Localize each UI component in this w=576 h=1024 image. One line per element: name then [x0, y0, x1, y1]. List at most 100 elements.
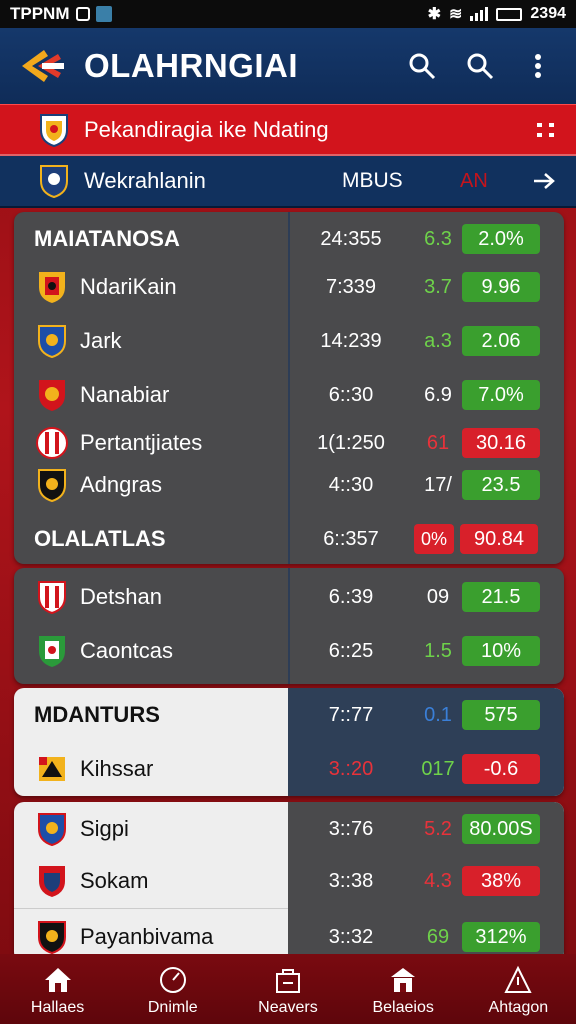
notification-icon: [75, 7, 90, 21]
match-time: 6.:39: [328, 585, 374, 608]
table-row[interactable]: Kihssar 3.:20 017 -0.6: [14, 744, 564, 794]
match-time: 6::25: [328, 639, 374, 662]
percent-badge: 7.0%: [462, 380, 540, 410]
search-icon[interactable]: [402, 46, 442, 86]
percent-badge: 2.0%: [462, 224, 540, 254]
match-time: 3::32: [328, 925, 374, 948]
match-card: MAIATANOSA 24:355 6.3 2.0% NdariKain 7:3…: [14, 212, 564, 564]
nav-label: Neavers: [258, 999, 318, 1016]
app-title: OLAHRNGIAI: [84, 47, 298, 84]
match-odds: a.3: [424, 329, 452, 352]
nav-item-dnimle[interactable]: Dnimle: [118, 965, 228, 1017]
percent-badge: 9.96: [462, 272, 540, 302]
match-time: 7::77: [328, 703, 374, 726]
status-badge: 0%: [414, 524, 454, 554]
nav-item-home[interactable]: Hallaes: [3, 965, 113, 1017]
match-odds: 09: [426, 585, 450, 608]
team-crest-icon: [39, 636, 65, 667]
section-header[interactable]: Wekrahlanin MBUS AN: [0, 156, 576, 208]
team-name: Sigpi: [80, 816, 129, 841]
arrow-right-icon[interactable]: [532, 172, 556, 190]
table-row[interactable]: Sokam 3::38 4.3 38%: [14, 856, 564, 906]
percent-badge: 23.5: [462, 470, 540, 500]
team-name: Sokam: [80, 868, 149, 893]
search-icon[interactable]: [460, 46, 500, 86]
percent-badge: 30.16: [462, 428, 540, 458]
banner-title: Pekandiragia ike Ndating: [84, 116, 329, 142]
match-odds: 4.3: [424, 869, 452, 892]
gauge-icon: [159, 967, 186, 993]
bottom-navigation: Hallaes Dnimle Neavers Belaeios Ahtagon: [0, 954, 576, 1024]
team-crest-icon: [39, 757, 65, 781]
percent-badge: 2.06: [462, 326, 540, 356]
app-bar: OLAHRNGIAI: [0, 28, 576, 104]
team-crest-icon: [38, 813, 66, 847]
nav-item-ahtagon[interactable]: Ahtagon: [463, 965, 573, 1017]
match-time: 6::357: [323, 527, 379, 550]
table-row[interactable]: Jark 14:239 a.3 2.06: [14, 316, 564, 366]
match-odds: 5.2: [424, 817, 452, 840]
match-time: 4::30: [328, 473, 374, 496]
match-time: 6::30: [328, 383, 374, 406]
nav-item-belaeios[interactable]: Belaeios: [348, 965, 458, 1017]
league-banner[interactable]: Pekandiragia ike Ndating: [0, 104, 576, 156]
table-row[interactable]: Detshan 6.:39 09 21.5: [14, 572, 564, 622]
team-crest-icon: [39, 272, 65, 303]
nav-label: Hallaes: [30, 999, 85, 1016]
grid-dots-icon[interactable]: [536, 122, 556, 138]
team-crest-icon: [39, 866, 65, 897]
home-icon: [44, 968, 71, 992]
percent-badge: 312%: [462, 922, 540, 952]
team-crest-icon: [38, 581, 66, 615]
card-heading-row[interactable]: MDANTURS 7::77 0.1 575: [14, 690, 564, 740]
percent-badge: 10%: [462, 636, 540, 666]
card-footer-label: OLALATLAS: [34, 526, 166, 551]
bluetooth-icon: ✱: [427, 6, 441, 23]
nav-item-neavers[interactable]: Neavers: [233, 965, 343, 1017]
percent-badge: 575: [462, 700, 540, 730]
more-vert-icon[interactable]: [518, 46, 558, 86]
chart-icon: [504, 965, 532, 993]
signal-icon: [470, 7, 489, 21]
match-time: 7:339: [325, 275, 377, 298]
table-row[interactable]: Sigpi 3::76 5.2 80.00S: [14, 804, 564, 854]
percent-badge: -0.6: [462, 754, 540, 784]
card-heading: MAIATANOSA: [34, 226, 180, 251]
team-name: Adngras: [80, 472, 162, 497]
match-odds: 6.3: [424, 227, 452, 250]
match-odds: 1.5: [424, 639, 452, 662]
percent-badge: 80.00S: [462, 814, 540, 844]
match-odds: 69: [426, 925, 450, 948]
card-footer-row[interactable]: OLALATLAS 6::357 0% 90.84: [14, 514, 564, 564]
team-name: Detshan: [80, 584, 162, 609]
match-odds: 017: [421, 757, 455, 780]
percent-badge: 38%: [462, 866, 540, 896]
battery-icon: [496, 7, 523, 21]
percent-badge: 21.5: [462, 582, 540, 612]
match-odds: 3.7: [424, 275, 452, 298]
section-name: Wekrahlanin: [84, 168, 206, 193]
bag-icon: [275, 969, 300, 993]
app-notification-icon: [95, 6, 112, 22]
card-heading-row[interactable]: MAIATANOSA 24:355 6.3 2.0%: [14, 214, 564, 264]
team-name: Nanabiar: [80, 382, 170, 407]
table-row[interactable]: NdariKain 7:339 3.7 9.96: [14, 262, 564, 312]
table-row[interactable]: Caontcas 6::25 1.5 10%: [14, 626, 564, 676]
app-logo-icon[interactable]: [18, 46, 66, 86]
match-odds: 61: [426, 431, 450, 454]
match-time: 14:239: [320, 329, 382, 352]
match-odds: 6.9: [424, 383, 452, 406]
nav-label: Belaeios: [372, 999, 434, 1016]
table-row[interactable]: Adngras 4::30 17/ 23.5: [14, 460, 564, 510]
team-name: NdariKain: [80, 274, 177, 299]
team-crest-icon: [38, 921, 66, 955]
league-crest-icon: [40, 113, 68, 147]
team-name: Jark: [80, 328, 122, 353]
team-crest-icon: [36, 427, 68, 459]
status-time: 2394: [530, 5, 566, 22]
table-row[interactable]: Nanabiar 6::30 6.9 7.0%: [14, 370, 564, 420]
team-name: Payanbivama: [80, 924, 214, 949]
status-bar: TPPNM ✱ ≋ 2394: [0, 0, 576, 28]
nav-label: Dnimle: [147, 999, 198, 1016]
section-col-mbus: MBUS: [342, 169, 403, 192]
